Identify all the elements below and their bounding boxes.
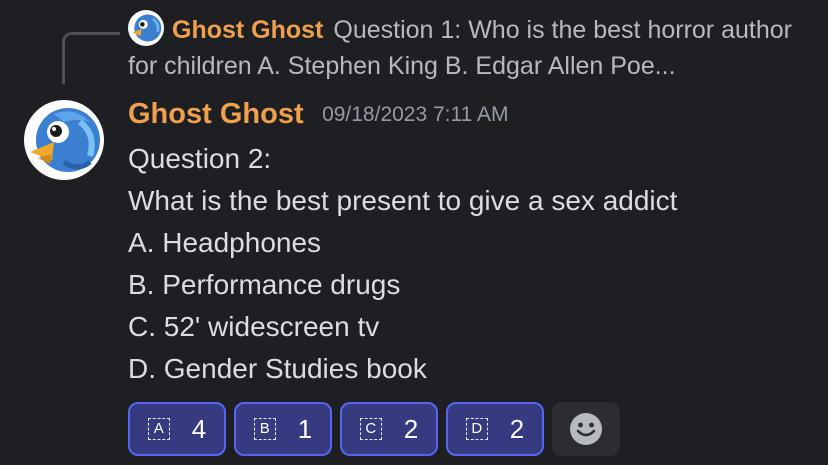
bluebird-icon bbox=[30, 108, 100, 172]
reaction-count: 1 bbox=[297, 413, 313, 444]
message-line: D. Gender Studies book bbox=[128, 353, 427, 384]
message-header: Ghost Ghost 09/18/2023 7:11 AM bbox=[128, 94, 509, 134]
message-line: C. 52' widescreen tv bbox=[128, 311, 380, 342]
message-line: What is the best present to give a sex a… bbox=[128, 185, 678, 216]
add-reaction-button[interactable] bbox=[552, 402, 620, 456]
reaction-c-button[interactable]: C 2 bbox=[340, 402, 438, 456]
message-line: Question 2: bbox=[128, 143, 272, 174]
smiley-icon bbox=[570, 413, 602, 445]
reply-preview[interactable]: Ghost Ghost Question 1: Who is the best h… bbox=[128, 10, 818, 84]
reaction-count: 4 bbox=[191, 413, 207, 444]
reply-author[interactable]: Ghost Ghost bbox=[172, 16, 323, 44]
message-line: A. Headphones bbox=[128, 227, 322, 258]
reaction-count: 2 bbox=[509, 413, 525, 444]
reaction-count: 2 bbox=[403, 413, 419, 444]
avatar[interactable] bbox=[24, 100, 104, 180]
message-line: B. Performance drugs bbox=[128, 269, 401, 300]
reaction-a-button[interactable]: A 4 bbox=[128, 402, 226, 456]
reply-connector bbox=[62, 32, 120, 84]
reaction-bar: A 4 B 1 C 2 D 2 bbox=[128, 402, 620, 456]
bluebird-icon[interactable] bbox=[128, 10, 164, 46]
regional-indicator-d-icon: D bbox=[465, 418, 488, 440]
reaction-d-button[interactable]: D 2 bbox=[446, 402, 544, 456]
message-timestamp[interactable]: 09/18/2023 7:11 AM bbox=[322, 103, 508, 126]
reaction-b-button[interactable]: B 1 bbox=[234, 402, 332, 456]
regional-indicator-b-icon: B bbox=[253, 418, 276, 440]
message-author[interactable]: Ghost Ghost bbox=[128, 98, 304, 130]
regional-indicator-c-icon: C bbox=[359, 418, 382, 440]
message-content: Question 2: What is the best present to … bbox=[128, 138, 808, 390]
regional-indicator-a-icon: A bbox=[147, 418, 170, 440]
